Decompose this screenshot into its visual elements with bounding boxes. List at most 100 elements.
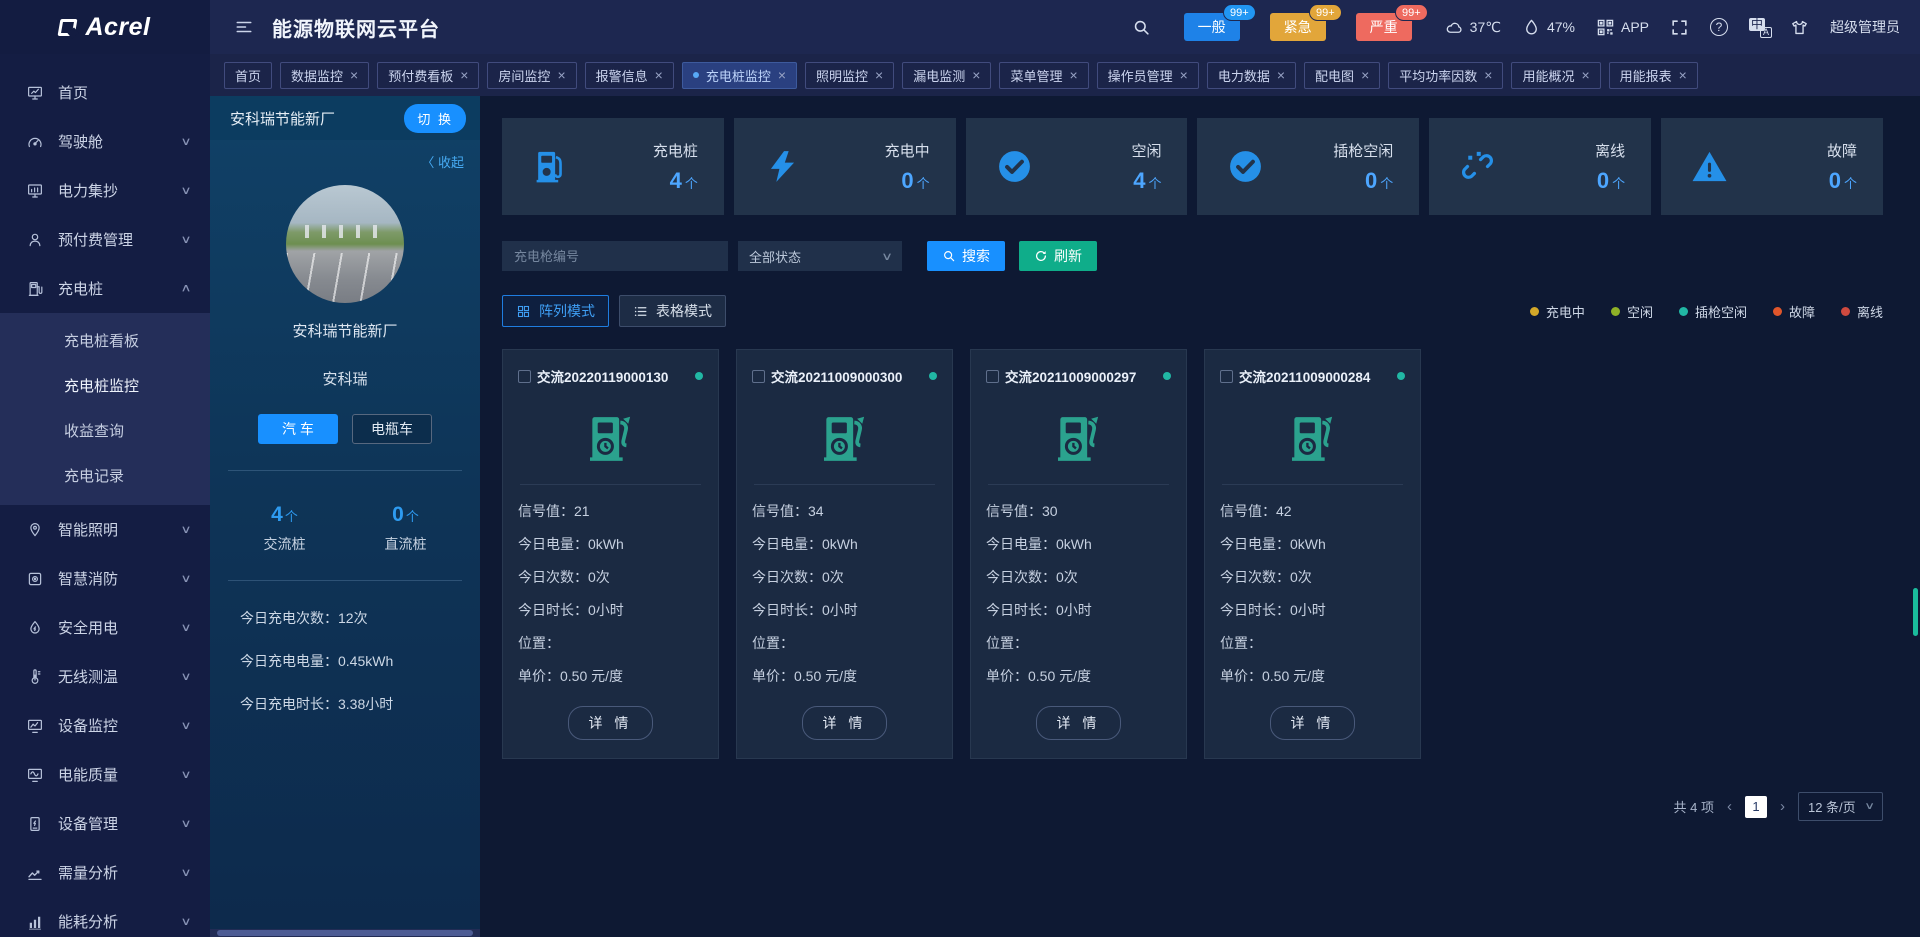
user-name[interactable]: 超级管理员 [1830, 17, 1900, 37]
tab[interactable]: 照明监控 × [805, 62, 894, 89]
close-tab-icon[interactable]: × [350, 68, 358, 82]
tab[interactable]: 用能概况 × [1511, 62, 1600, 89]
search-button[interactable]: 搜索 [927, 241, 1005, 271]
close-tab-icon[interactable]: × [460, 68, 468, 82]
view-mode-button[interactable]: 阵列模式 [502, 295, 609, 327]
sidebar-item[interactable]: 电力集抄 ∨ [0, 166, 210, 215]
detail-button[interactable]: 详 情 [568, 706, 654, 740]
sidebar-item[interactable]: 设备管理 ∨ [0, 799, 210, 848]
sidebar-item[interactable]: 需量分析 ∨ [0, 848, 210, 897]
alarm-badge[interactable]: 紧急 99+ [1270, 13, 1326, 41]
sidebar-item[interactable]: 能耗分析 ∨ [0, 897, 210, 937]
tab[interactable]: 电力数据 × [1207, 62, 1296, 89]
collapse-panel-link[interactable]: 〈 收起 [210, 140, 480, 171]
sidebar-item[interactable]: 安全用电 ∨ [0, 603, 210, 652]
detail-button[interactable]: 详 情 [1270, 706, 1356, 740]
sidebar-item-label: 智慧消防 [58, 568, 118, 589]
tab[interactable]: 报警信息 × [585, 62, 674, 89]
horizontal-scrollbar[interactable] [210, 929, 480, 937]
status-select[interactable]: 全部状态 ∨ [738, 241, 902, 271]
tab[interactable]: 数据监控 × [280, 62, 369, 89]
tab[interactable]: 用能报表 × [1609, 62, 1698, 89]
logo[interactable]: Acrel [0, 0, 210, 54]
theme-skin-icon[interactable] [1790, 18, 1809, 37]
app-download[interactable]: APP [1596, 18, 1649, 37]
menu-collapse-icon[interactable] [234, 18, 254, 36]
tab[interactable]: 操作员管理 × [1097, 62, 1199, 89]
sidebar-subitem[interactable]: 收益查询 [0, 409, 210, 454]
help-icon[interactable]: ? [1710, 18, 1728, 36]
detail-button[interactable]: 详 情 [1036, 706, 1122, 740]
view-mode-button[interactable]: 表格模式 [619, 295, 726, 327]
close-tab-icon[interactable]: × [1581, 68, 1589, 82]
close-tab-icon[interactable]: × [1361, 68, 1369, 82]
sidebar-item[interactable]: 驾驶舱 ∨ [0, 117, 210, 166]
sidebar-subitem[interactable]: 充电记录 [0, 454, 210, 499]
horizontal-scrollbar-thumb[interactable] [217, 930, 473, 936]
vehicle-type-button[interactable]: 电瓶车 [352, 414, 432, 444]
charging-pile-card[interactable]: 交流20211009000284 信号值：42 今日电量：0kWh 今日次数：0… [1204, 349, 1421, 759]
tab[interactable]: 房间监控 × [487, 62, 576, 89]
close-tab-icon[interactable]: × [778, 68, 786, 82]
sidebar-item[interactable]: 首页 ∨ [0, 68, 210, 117]
search-icon[interactable] [1132, 18, 1151, 37]
page-size-select[interactable]: 12 条/页 ∨ [1798, 792, 1883, 821]
charging-pile-card[interactable]: 交流20220119000130 信号值：21 今日电量：0kWh 今日次数：0… [502, 349, 719, 759]
refresh-icon [1034, 249, 1048, 263]
vertical-scrollbar-thumb[interactable] [1913, 588, 1918, 636]
refresh-button[interactable]: 刷新 [1019, 241, 1097, 271]
prev-page-icon[interactable]: ‹ [1727, 798, 1732, 815]
detail-button[interactable]: 详 情 [802, 706, 888, 740]
vehicle-type-button[interactable]: 汽 车 [258, 414, 338, 444]
sidebar-item[interactable]: 无线测温 ∨ [0, 652, 210, 701]
status-summary-card[interactable]: 离线 0个 [1429, 118, 1651, 215]
status-summary-card[interactable]: 故障 0个 [1661, 118, 1883, 215]
select-checkbox[interactable] [752, 370, 765, 383]
close-tab-icon[interactable]: × [875, 68, 883, 82]
close-tab-icon[interactable]: × [1679, 68, 1687, 82]
close-tab-icon[interactable]: × [557, 68, 565, 82]
sidebar-item[interactable]: 智能照明 ∨ [0, 505, 210, 554]
tab[interactable]: 配电图 × [1304, 62, 1380, 89]
tab[interactable]: 首页 × [224, 62, 272, 89]
alarm-badge[interactable]: 一般 99+ [1184, 13, 1240, 41]
sidebar-subitem[interactable]: 充电桩看板 [0, 319, 210, 364]
tab[interactable]: 预付费看板 × [377, 62, 479, 89]
sidebar-item[interactable]: 预付费管理 ∨ [0, 215, 210, 264]
status-summary-card[interactable]: 充电中 0个 [734, 118, 956, 215]
switch-site-button[interactable]: 切 换 [404, 104, 466, 133]
current-page[interactable]: 1 [1745, 796, 1767, 818]
status-summary-card[interactable]: 插枪空闲 0个 [1197, 118, 1419, 215]
close-tab-icon[interactable]: × [1484, 68, 1492, 82]
next-page-icon[interactable]: › [1780, 798, 1785, 815]
select-checkbox[interactable] [1220, 370, 1233, 383]
alarm-badge[interactable]: 严重 99+ [1356, 13, 1412, 41]
tab[interactable]: 平均功率因数 × [1388, 62, 1503, 89]
language-icon[interactable]: 中 A [1749, 18, 1769, 36]
fullscreen-icon[interactable] [1670, 18, 1689, 37]
tab[interactable]: 充电桩监控 × [682, 62, 797, 89]
tab-label: 操作员管理 [1108, 66, 1173, 85]
status-summary-card[interactable]: 充电桩 4个 [502, 118, 724, 215]
gun-number-input[interactable] [502, 241, 728, 271]
sidebar-item-label: 电力集抄 [58, 180, 118, 201]
select-checkbox[interactable] [518, 370, 531, 383]
tab[interactable]: 菜单管理 × [999, 62, 1088, 89]
site-name: 安科瑞节能新厂 [230, 108, 335, 129]
sidebar-item[interactable]: 设备监控 ∨ [0, 701, 210, 750]
tab[interactable]: 漏电监测 × [902, 62, 991, 89]
legend-item: 插枪空闲 [1679, 302, 1747, 321]
sidebar-item[interactable]: 电能质量 ∨ [0, 750, 210, 799]
close-tab-icon[interactable]: × [1277, 68, 1285, 82]
status-summary-card[interactable]: 空闲 4个 [966, 118, 1188, 215]
close-tab-icon[interactable]: × [972, 68, 980, 82]
close-tab-icon[interactable]: × [1069, 68, 1077, 82]
close-tab-icon[interactable]: × [655, 68, 663, 82]
close-tab-icon[interactable]: × [1180, 68, 1188, 82]
sidebar-item[interactable]: 充电桩 ∨ [0, 264, 210, 313]
charging-pile-card[interactable]: 交流20211009000297 信号值：30 今日电量：0kWh 今日次数：0… [970, 349, 1187, 759]
charging-pile-card[interactable]: 交流20211009000300 信号值：34 今日电量：0kWh 今日次数：0… [736, 349, 953, 759]
sidebar-item[interactable]: 智慧消防 ∨ [0, 554, 210, 603]
select-checkbox[interactable] [986, 370, 999, 383]
sidebar-subitem[interactable]: 充电桩监控 [0, 364, 210, 409]
